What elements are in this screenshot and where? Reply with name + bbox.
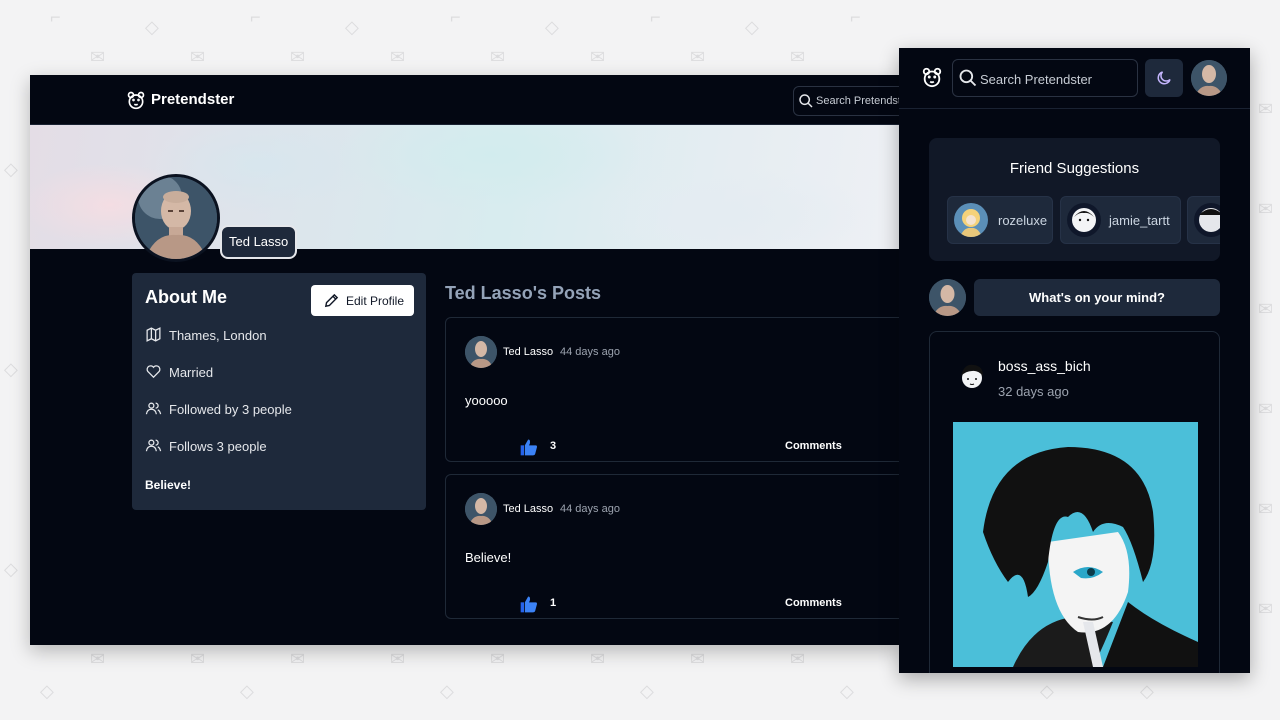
- heart-icon: [146, 365, 161, 379]
- brand-name[interactable]: Pretendster: [151, 91, 234, 108]
- thumbs-up-icon[interactable]: [519, 437, 539, 457]
- search-placeholder: Search Pretendster: [816, 95, 900, 107]
- suggestion-name: jamie_tartt: [1109, 213, 1170, 228]
- feed-post-card: boss_ass_bich 32 days ago: [929, 331, 1220, 673]
- search-icon: [799, 94, 813, 108]
- posts-heading: Ted Lasso's Posts: [445, 283, 601, 303]
- bear-logo-icon[interactable]: [126, 90, 146, 110]
- suggestion-avatar: [954, 203, 988, 237]
- moon-icon: [1157, 71, 1171, 85]
- anime-illustration-icon: [953, 422, 1198, 667]
- theme-toggle-button[interactable]: [1145, 59, 1183, 97]
- suggestion-chip[interactable]: [1187, 196, 1220, 244]
- about-motto: Believe!: [145, 478, 192, 492]
- top-navbar: Pretendster Search Pretendster: [30, 75, 900, 125]
- desktop-window: Pretendster Search Pretendster Ted Lasso…: [30, 75, 900, 645]
- bear-logo-icon[interactable]: [921, 66, 943, 88]
- post-author-avatar[interactable]: [465, 493, 497, 525]
- post-image[interactable]: [953, 422, 1198, 667]
- post-author-avatar[interactable]: [465, 336, 497, 368]
- about-following[interactable]: Follows 3 people: [145, 436, 415, 456]
- avatar-portrait-icon: [1191, 60, 1227, 96]
- comments-button[interactable]: Comments: [785, 597, 842, 609]
- suggestion-chip[interactable]: rozeluxe: [947, 196, 1053, 244]
- followers-text: Followed by 3 people: [169, 402, 292, 417]
- search-input[interactable]: Search Pretendster: [793, 86, 900, 116]
- edit-profile-label: Edit Profile: [346, 294, 405, 308]
- suggestion-name: rozeluxe: [998, 213, 1048, 228]
- about-relationship: Married: [145, 362, 415, 382]
- pencil-icon: [324, 293, 339, 308]
- post-author-avatar[interactable]: [956, 360, 988, 394]
- compose-post-button[interactable]: What's on your mind?: [974, 279, 1220, 316]
- relationship-text: Married: [169, 365, 214, 380]
- edit-profile-button[interactable]: Edit Profile: [311, 285, 414, 316]
- post-timestamp: 32 days ago: [998, 384, 1069, 399]
- post-author-name[interactable]: boss_ass_bich: [998, 358, 1091, 374]
- mobile-navbar: Search Pretendster: [899, 48, 1250, 109]
- friend-suggestions-title: Friend Suggestions: [1009, 160, 1140, 177]
- about-location: Thames, London: [145, 325, 415, 345]
- about-followers[interactable]: Followed by 3 people: [145, 399, 415, 419]
- mobile-window: Search Pretendster Friend Suggestions ro…: [899, 48, 1250, 673]
- like-count: 3: [550, 440, 557, 452]
- avatar-portrait-icon: [465, 493, 497, 525]
- post-body: Believe!: [465, 550, 512, 565]
- profile-avatar[interactable]: [132, 174, 220, 262]
- location-text: Thames, London: [169, 328, 267, 343]
- avatar-illustration-icon: [956, 360, 988, 394]
- profile-name-badge: Ted Lasso: [220, 225, 298, 259]
- about-me-title: About Me: [145, 287, 227, 307]
- post-timestamp: 44 days ago: [560, 346, 620, 358]
- search-icon: [959, 69, 977, 87]
- avatar-portrait-icon: [135, 177, 217, 259]
- post-card: Ted Lasso 44 days ago yooooo 3 Comments: [445, 317, 900, 462]
- avatar-portrait-icon: [465, 336, 497, 368]
- users-icon: [145, 439, 162, 452]
- user-avatar[interactable]: [1191, 60, 1227, 96]
- avatar-portrait-icon: [929, 279, 966, 316]
- suggestion-chip[interactable]: jamie_tartt: [1060, 196, 1181, 244]
- avatar-illustration-icon: [1067, 203, 1101, 237]
- map-icon: [146, 327, 161, 342]
- search-input[interactable]: Search Pretendster: [952, 59, 1138, 97]
- post-card: Ted Lasso 44 days ago Believe! 1 Comment…: [445, 474, 900, 619]
- post-timestamp: 44 days ago: [560, 503, 620, 515]
- search-placeholder: Search Pretendster: [980, 72, 1093, 87]
- thumbs-up-icon[interactable]: [519, 594, 539, 614]
- suggestion-avatar: [1194, 203, 1220, 237]
- avatar-illustration-icon: [1194, 203, 1220, 237]
- following-text: Follows 3 people: [169, 439, 267, 454]
- friend-suggestions-card: Friend Suggestions rozeluxe jamie_tartt: [929, 138, 1220, 261]
- comments-button[interactable]: Comments: [785, 440, 842, 452]
- like-count: 1: [550, 597, 557, 609]
- users-icon: [145, 402, 162, 415]
- avatar-illustration-icon: [954, 203, 988, 237]
- post-body: yooooo: [465, 393, 508, 408]
- suggestion-avatar: [1067, 203, 1101, 237]
- compose-avatar[interactable]: [929, 279, 966, 316]
- about-me-card: About Me Edit Profile Thames, London Mar…: [132, 273, 426, 510]
- post-author-name[interactable]: Ted Lasso: [503, 346, 553, 358]
- post-author-name[interactable]: Ted Lasso: [503, 503, 553, 515]
